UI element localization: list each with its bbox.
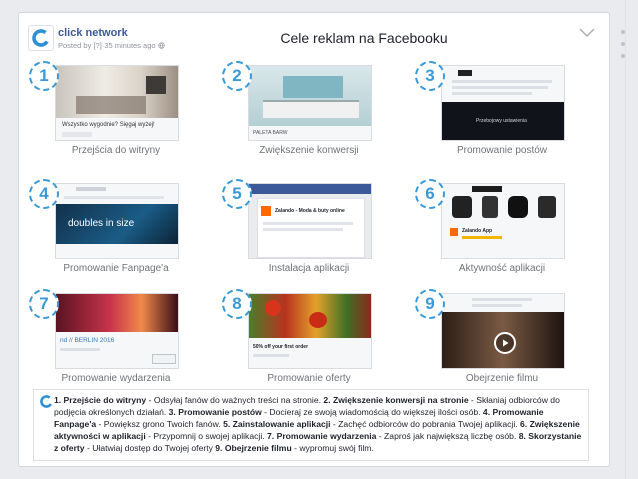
thumb-image: 50% off your first order [248, 293, 372, 369]
thumb-image: Zalando - Moda & buty online [248, 183, 372, 259]
tile-label: Promowanie wydarzenia [61, 373, 171, 384]
thumb-caption: Przebojowy ustawienia [476, 118, 527, 124]
thumb-caption: Zalando - Moda & buty online [275, 208, 345, 214]
number-badge: 7 [29, 289, 59, 319]
thumb-image: Przebojowy ustawienia [441, 65, 565, 141]
tile-2[interactable]: 2 PALETA BARW Zwiększenie konwersji [222, 61, 404, 169]
window-edge [625, 0, 626, 479]
tile-4[interactable]: 4 doubles in size Promowanie Fanpage'a [29, 179, 211, 287]
tile-5[interactable]: 5 Zalando - Moda & buty online Instalacj… [222, 179, 404, 287]
tile-6[interactable]: 6 Zalando App Aktywność aplikacji [415, 179, 597, 287]
thumb-image: doubles in size [55, 183, 179, 259]
thumb-image: Zalando App [441, 183, 565, 259]
number-badge: 8 [222, 289, 252, 319]
tile-1[interactable]: 1 Wszystko wygodnie? Sięgaj wyżej! Przej… [29, 61, 211, 169]
tile-9[interactable]: 9 Obejrzenie filmu [415, 289, 597, 397]
play-icon[interactable] [494, 332, 516, 354]
post-time: Posted by [?]·35 minutes ago [58, 41, 156, 50]
number-badge: 2 [222, 61, 252, 91]
thumb-caption: Wszystko wygodnie? Sięgaj wyżej! [62, 122, 155, 128]
number-badge: 5 [222, 179, 252, 209]
thumb-image: Wszystko wygodnie? Sięgaj wyżej! [55, 65, 179, 141]
number-badge: 4 [29, 179, 59, 209]
chevron-down-icon[interactable] [579, 25, 595, 43]
page-title: Cele reklam na Facebooku [280, 30, 448, 46]
number-badge: 6 [415, 179, 445, 209]
tile-label: Instalacja aplikacji [268, 263, 350, 274]
tile-3[interactable]: 3 Przebojowy ustawienia Promowanie postó… [415, 61, 597, 169]
description-text: 1. Przejście do witryny - Odsyłaj fanów … [54, 395, 582, 453]
number-badge: 9 [415, 289, 445, 319]
side-dots [621, 30, 627, 66]
description-box: 1. Przejście do witryny - Odsyłaj fanów … [33, 389, 589, 461]
page-name-link[interactable]: click network [58, 27, 128, 39]
tile-8[interactable]: 8 50% off your first order Promowanie of… [222, 289, 404, 397]
tile-label: Promowanie oferty [267, 373, 351, 384]
tile-7[interactable]: 7 nd // BERLIN 2016 Promowanie wydarzeni… [29, 289, 211, 397]
thumb-caption: doubles in size [68, 218, 135, 229]
tile-label: Zwiększenie konwersji [259, 145, 359, 156]
thumb-caption: 50% off your first order [253, 344, 309, 350]
tile-label: Aktywność aplikacji [458, 263, 546, 274]
tile-label: Przejścia do witryny [71, 145, 161, 156]
thumb-image: PALETA BARW [248, 65, 372, 141]
click-network-logo-icon[interactable] [28, 25, 54, 51]
globe-icon [158, 42, 165, 49]
post-meta: Posted by [?]·35 minutes ago [58, 41, 165, 50]
thumb-caption: nd // BERLIN 2016 [60, 337, 115, 344]
thumb-image [441, 293, 565, 369]
tile-label: Obejrzenie filmu [465, 373, 539, 384]
tile-label: Promowanie Fanpage'a [63, 263, 169, 274]
number-badge: 3 [415, 61, 445, 91]
click-network-logo-icon [40, 395, 53, 411]
thumb-image: nd // BERLIN 2016 [55, 293, 179, 369]
thumb-caption: Zalando App [462, 228, 493, 234]
number-badge: 1 [29, 61, 59, 91]
thumb-caption: PALETA BARW [253, 130, 288, 136]
tile-label: Promowanie postów [456, 145, 548, 156]
